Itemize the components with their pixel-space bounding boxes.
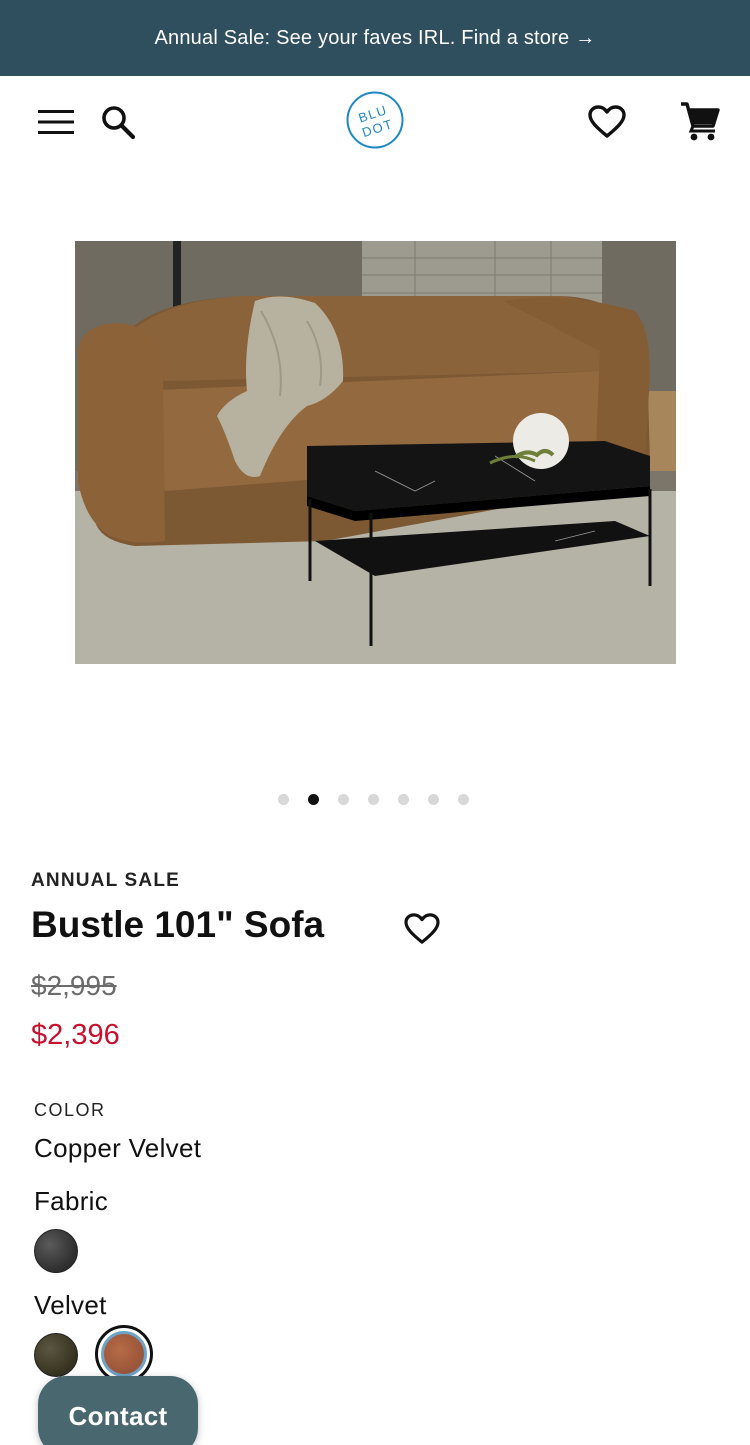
color-label: COLOR — [34, 1100, 106, 1120]
selected-color: Copper Velvet — [34, 1133, 202, 1163]
swatch-charcoal[interactable] — [34, 1229, 78, 1273]
velvet-group-label: Velvet — [34, 1290, 107, 1320]
site-header: BLU DOT — [0, 76, 750, 166]
arrow-right-icon: → — [575, 26, 596, 49]
gallery-dot[interactable] — [277, 794, 289, 805]
site-logo[interactable]: BLU DOT — [345, 90, 405, 150]
gallery-dot-active[interactable] — [307, 794, 319, 805]
search-button[interactable] — [96, 100, 140, 144]
heart-icon — [404, 913, 440, 944]
swatch-copper[interactable] — [101, 1331, 147, 1377]
promo-banner[interactable]: Annual Sale: See your faves IRL. Find a … — [0, 0, 750, 76]
wishlist-button[interactable] — [584, 100, 630, 144]
gallery-dot[interactable] — [397, 794, 409, 805]
contact-button[interactable]: Contact — [38, 1376, 198, 1445]
product-title: Bustle 101" Sofa — [31, 904, 325, 945]
original-price: $2,995 — [31, 970, 117, 1001]
promo-text: Annual Sale: See your faves IRL. Find a … — [154, 26, 570, 49]
sale-badge: ANNUAL SALE — [31, 870, 181, 891]
sofa-photo — [75, 241, 676, 664]
fabric-group-label: Fabric — [34, 1186, 109, 1216]
cart-icon — [681, 102, 720, 141]
add-to-wishlist-button[interactable] — [400, 908, 444, 950]
gallery-dot[interactable] — [367, 794, 379, 805]
product-image[interactable] — [75, 241, 676, 664]
menu-button[interactable] — [34, 102, 78, 142]
blu-dot-logo: BLU DOT — [346, 91, 404, 149]
search-icon — [102, 106, 136, 140]
cart-button[interactable] — [676, 98, 724, 144]
menu-icon — [38, 110, 74, 134]
gallery-dot[interactable] — [457, 794, 469, 805]
gallery-dot[interactable] — [337, 794, 349, 805]
gallery-pagination — [0, 794, 750, 808]
swatch-olive[interactable] — [34, 1333, 78, 1377]
gallery-dot[interactable] — [427, 794, 439, 805]
heart-icon — [588, 105, 626, 138]
sale-price: $2,396 — [31, 1019, 120, 1051]
